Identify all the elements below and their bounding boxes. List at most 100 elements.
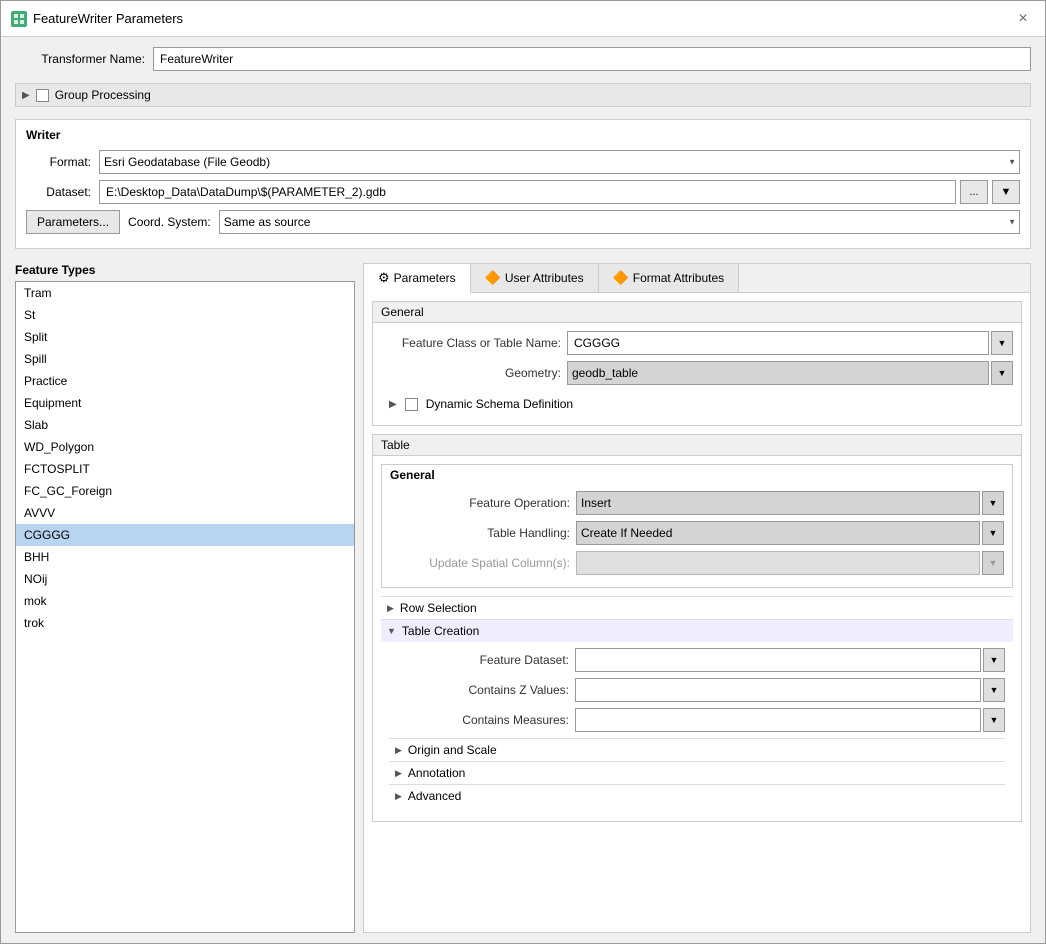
feature-item[interactable]: WD_Polygon [16, 436, 354, 458]
feature-item[interactable]: Spill [16, 348, 354, 370]
feature-dataset-row: Feature Dataset: ▼ [389, 648, 1005, 672]
feature-op-select[interactable]: Insert [576, 491, 980, 515]
table-creation-arrow: ▼ [387, 626, 396, 636]
contains-measures-dropdown-btn[interactable]: ▼ [983, 708, 1005, 732]
writer-section: Writer Format: Esri Geodatabase (File Ge… [15, 119, 1031, 249]
row-selection-arrow: ▶ [387, 603, 394, 614]
dynamic-schema-checkbox[interactable] [405, 398, 418, 411]
coord-select[interactable]: Same as source [219, 210, 1020, 234]
feature-item[interactable]: NOij [16, 568, 354, 590]
feature-list-panel: Feature Types TramStSplitSpillPracticeEq… [15, 263, 355, 933]
table-group: Table General Feature Operation: [372, 434, 1022, 822]
table-group-title: Table [373, 435, 1021, 456]
feature-item[interactable]: FC_GC_Foreign [16, 480, 354, 502]
table-general-sub-title: General [382, 465, 1012, 485]
tab-format-attributes[interactable]: 🔶Format Attributes [599, 264, 740, 292]
update-spatial-select [576, 551, 980, 575]
table-handling-dropdown-btn[interactable]: ▼ [982, 521, 1004, 545]
titlebar: FeatureWriter Parameters × [1, 1, 1045, 37]
table-handling-select[interactable]: Create If Needed [576, 521, 980, 545]
feature-item[interactable]: FCTOSPLIT [16, 458, 354, 480]
format-select[interactable]: Esri Geodatabase (File Geodb) [99, 150, 1020, 174]
app-icon [11, 11, 27, 27]
dynamic-schema-arrow: ▶ [389, 399, 397, 410]
feature-item[interactable]: Split [16, 326, 354, 348]
contains-measures-value: ▼ [575, 708, 1005, 732]
table-creation-section: ▼ Table Creation Feature Dataset: [381, 619, 1013, 813]
titlebar-left: FeatureWriter Parameters [11, 11, 183, 27]
advanced-label: Advanced [408, 789, 461, 803]
contains-measures-label: Contains Measures: [389, 713, 569, 727]
update-spatial-value: ▼ [576, 551, 1004, 575]
feature-item[interactable]: CGGGG [16, 524, 354, 546]
parameters-tab-icon: ⚙ [378, 270, 390, 286]
general-group-content: Feature Class or Table Name: ▼ Geometry: [373, 323, 1021, 425]
feature-item[interactable]: trok [16, 612, 354, 634]
group-processing-checkbox[interactable] [36, 89, 49, 102]
table-creation-label: Table Creation [402, 624, 479, 638]
feature-dataset-input[interactable] [575, 648, 981, 672]
user-attributes-tab-label: User Attributes [505, 271, 584, 285]
params-content: General Feature Class or Table Name: ▼ [364, 293, 1030, 932]
contains-z-value: ▼ [575, 678, 1005, 702]
feature-class-dropdown-btn[interactable]: ▼ [991, 331, 1013, 355]
annotation-header[interactable]: ▶ Annotation [389, 761, 1005, 784]
origin-scale-header[interactable]: ▶ Origin and Scale [389, 738, 1005, 761]
dataset-dropdown-button[interactable]: ▼ [992, 180, 1020, 204]
feature-dataset-dropdown-btn[interactable]: ▼ [983, 648, 1005, 672]
format-attributes-tab-label: Format Attributes [633, 271, 724, 285]
transformer-name-input[interactable] [153, 47, 1031, 71]
geometry-value-wrapper: geodb_table ▼ [567, 361, 1013, 385]
contains-z-select[interactable] [575, 678, 981, 702]
feature-op-dropdown-btn[interactable]: ▼ [982, 491, 1004, 515]
parameters-button[interactable]: Parameters... [26, 210, 120, 234]
row-selection-header[interactable]: ▶ Row Selection [381, 596, 1013, 619]
feature-item[interactable]: St [16, 304, 354, 326]
geometry-row: Geometry: geodb_table ▼ [381, 361, 1013, 385]
params-coord-row: Parameters... Coord. System: Same as sou… [26, 210, 1020, 234]
params-panel: ⚙Parameters 🔶 User Attributes 🔶Format Attri… [363, 263, 1031, 933]
group-processing-header[interactable]: ▶ Group Processing [15, 83, 1031, 107]
feature-op-value: Insert ▼ [576, 491, 1004, 515]
tabs-row: ⚙Parameters 🔶 User Attributes 🔶Format Attri… [364, 264, 1030, 293]
dataset-browse-button[interactable]: ... [960, 180, 988, 204]
writer-title: Writer [26, 128, 1020, 142]
geometry-select[interactable]: geodb_table [567, 361, 989, 385]
group-processing-label: Group Processing [55, 88, 151, 102]
update-spatial-label: Update Spatial Column(s): [390, 556, 570, 570]
advanced-header[interactable]: ▶ Advanced [389, 784, 1005, 807]
feature-item[interactable]: Equipment [16, 392, 354, 414]
annotation-label: Annotation [408, 766, 465, 780]
feature-op-row: Feature Operation: Insert ▼ [390, 491, 1004, 515]
feature-types-section: Feature Types TramStSplitSpillPracticeEq… [15, 263, 1031, 933]
dataset-label: Dataset: [26, 185, 91, 199]
feature-item[interactable]: Tram [16, 282, 354, 304]
table-handling-label: Table Handling: [390, 526, 570, 540]
contains-measures-select[interactable] [575, 708, 981, 732]
dataset-input[interactable] [99, 180, 956, 204]
feature-item[interactable]: Practice [16, 370, 354, 392]
feature-item[interactable]: AVVV [16, 502, 354, 524]
general-group-title: General [373, 302, 1021, 323]
format-row: Format: Esri Geodatabase (File Geodb) [26, 150, 1020, 174]
format-select-wrapper: Esri Geodatabase (File Geodb) [99, 150, 1020, 174]
feature-class-input[interactable] [567, 331, 989, 355]
feature-item[interactable]: BHH [16, 546, 354, 568]
tab-parameters[interactable]: ⚙Parameters [364, 264, 471, 293]
geometry-label: Geometry: [381, 366, 561, 380]
table-group-content: General Feature Operation: Insert [373, 456, 1021, 821]
geometry-dropdown-btn[interactable]: ▼ [991, 361, 1013, 385]
user-attributes-tab-icon: 🔶 [485, 270, 501, 286]
feature-class-row: Feature Class or Table Name: ▼ [381, 331, 1013, 355]
tab-user-attributes[interactable]: 🔶 User Attributes [471, 264, 599, 292]
feature-item[interactable]: Slab [16, 414, 354, 436]
feature-list: TramStSplitSpillPracticeEquipmentSlabWD_… [15, 281, 355, 933]
window-title: FeatureWriter Parameters [33, 11, 183, 26]
origin-scale-label: Origin and Scale [408, 743, 497, 757]
table-creation-header[interactable]: ▼ Table Creation [381, 619, 1013, 642]
close-button[interactable]: × [1011, 7, 1035, 31]
update-spatial-row: Update Spatial Column(s): ▼ [390, 551, 1004, 575]
contains-z-dropdown-btn[interactable]: ▼ [983, 678, 1005, 702]
feature-item[interactable]: mok [16, 590, 354, 612]
contains-z-row: Contains Z Values: ▼ [389, 678, 1005, 702]
